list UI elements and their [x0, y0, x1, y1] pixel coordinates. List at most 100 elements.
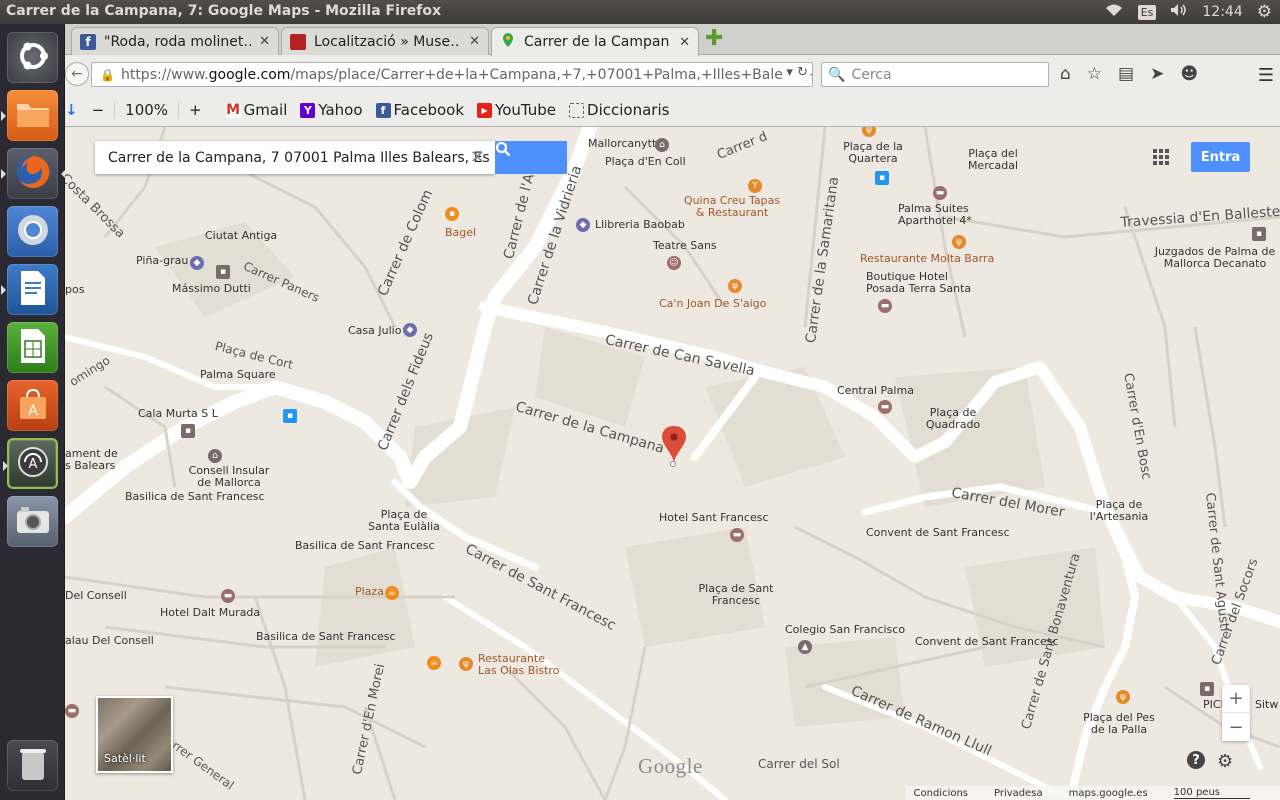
scale-bar[interactable]: 100 peus	[1173, 787, 1250, 799]
shop-icon[interactable]: ◆	[190, 256, 204, 270]
building-icon[interactable]: ▪	[1200, 682, 1214, 696]
send-icon[interactable]: ➤	[1150, 64, 1164, 84]
tab-localitzacio[interactable]: Localització » Muse… ✕	[281, 27, 489, 55]
bus-stop-icon[interactable]: ▪	[875, 171, 889, 185]
bookmark-gmail[interactable]: M Gmail	[225, 101, 287, 119]
web-search-box[interactable]: 🔍 Cerca	[821, 62, 1049, 87]
theatre-icon[interactable]: ☺	[667, 256, 681, 270]
bookmark-diccionaris[interactable]: Diccionaris	[569, 101, 669, 119]
reload-icon[interactable]: ↻	[797, 65, 808, 80]
terms-link[interactable]: Condicions	[914, 788, 969, 799]
software-center-launcher[interactable]: A	[7, 380, 58, 431]
writer-launcher[interactable]	[1, 264, 58, 315]
shop-icon[interactable]: ◆	[576, 218, 590, 232]
tab-label: Carrer de la Campan…	[524, 34, 672, 50]
hotel-icon[interactable]: ▬	[933, 186, 947, 200]
close-icon[interactable]: ✕	[259, 34, 270, 49]
map-canvas[interactable]: Carrer de la Campana Carrer de Can Savel…	[65, 127, 1280, 800]
bookmark-facebook[interactable]: f Facebook	[375, 101, 464, 119]
restaurant-icon[interactable]: ψ	[952, 235, 966, 249]
close-icon[interactable]: ✕	[469, 34, 480, 49]
camera-icon	[15, 505, 51, 539]
school-icon[interactable]: ▲	[798, 640, 812, 654]
tab-label: "Roda, roda molinet…	[104, 33, 252, 50]
map-search-button[interactable]	[495, 141, 567, 174]
hamburger-menu-icon[interactable]: ☰	[1258, 65, 1274, 86]
place-label: Basilica de Sant Francesc	[125, 490, 265, 503]
dash-button[interactable]	[7, 32, 58, 83]
satellite-toggle[interactable]: Satèl·lit	[96, 696, 173, 773]
place-label: Colegio San Francisco	[785, 623, 906, 636]
bookmark-yahoo[interactable]: Y Yahoo	[300, 101, 363, 119]
hotel-icon[interactable]: ▬	[65, 704, 79, 718]
update-manager-launcher[interactable]: A	[3, 438, 58, 489]
bar-icon[interactable]: Y	[748, 179, 762, 193]
clear-icon[interactable]: ✕	[470, 147, 485, 168]
zoom-in-button[interactable]: +	[1222, 685, 1250, 713]
new-tab-button[interactable]: ✚	[705, 28, 725, 50]
calc-launcher[interactable]	[7, 322, 58, 373]
firefox-launcher[interactable]	[1, 148, 66, 199]
chromium-launcher[interactable]	[7, 206, 58, 257]
back-button[interactable]: ←	[65, 62, 89, 86]
zoom-in-button[interactable]: +	[179, 101, 212, 119]
place-label: Plaça del Pes de la Palla	[1083, 711, 1155, 736]
building-icon[interactable]: ▪	[1252, 227, 1266, 241]
cafe-icon[interactable]: ▪	[445, 207, 459, 221]
hotel-icon[interactable]: ▬	[878, 400, 892, 414]
museum-icon[interactable]: ⌂	[655, 138, 669, 152]
chat-icon[interactable]: ☻	[1180, 64, 1198, 84]
place-label: Basilica de Sant Francesc	[295, 539, 435, 552]
folder-icon	[15, 99, 51, 133]
privacy-link[interactable]: Privadesa	[994, 788, 1043, 799]
place-label: alau Del Consell	[65, 634, 154, 647]
place-label: Bagel	[445, 226, 477, 239]
shop-icon[interactable]: ◆	[403, 323, 417, 337]
close-icon[interactable]: ✕	[679, 35, 690, 50]
place-label: Palma Suites Aparthotel 4*	[898, 202, 972, 227]
zoom-level[interactable]: 100%	[115, 101, 180, 119]
zoom-out-button[interactable]: −	[82, 101, 116, 119]
bus-stop-icon[interactable]: ▪	[283, 409, 297, 423]
place-label: Plaça de Sant Francesc	[698, 582, 774, 607]
camera-launcher[interactable]	[7, 496, 58, 547]
trash-launcher[interactable]	[7, 740, 58, 791]
sign-in-button[interactable]: Entra	[1191, 142, 1250, 172]
tab-google-maps[interactable]: Carrer de la Campan… ✕	[491, 27, 699, 56]
wifi-icon[interactable]	[1104, 3, 1124, 21]
museum-icon[interactable]: ⌂	[208, 449, 222, 463]
help-icon[interactable]: ?	[1187, 751, 1205, 769]
tab-facebook[interactable]: f "Roda, roda molinet… ✕	[71, 27, 279, 55]
place-label: Plaça d'En Coll	[605, 155, 686, 168]
hotel-icon[interactable]: ▬	[221, 589, 235, 603]
home-icon[interactable]: ⌂	[1060, 64, 1071, 84]
maps-domain-link[interactable]: maps.google.es	[1069, 788, 1148, 799]
gear-icon[interactable]: ⚙	[1257, 2, 1272, 22]
address-bar[interactable]: 🔒 https://www.google.com/maps/place/Carr…	[91, 62, 813, 87]
bookmark-youtube[interactable]: ▶ YouTube	[477, 101, 556, 119]
place-label: Juzgados de Palma de Mallorca Decanato	[1154, 245, 1276, 270]
update-icon: A	[15, 444, 51, 484]
cafe-icon[interactable]: ☕	[385, 586, 399, 600]
restaurant-icon[interactable]: ψ	[1116, 690, 1130, 704]
map-search-input[interactable]: Carrer de la Campana, 7 07001 Palma Ille…	[95, 141, 495, 174]
reading-list-icon[interactable]: ▤	[1118, 64, 1134, 84]
clock[interactable]: 12:44	[1202, 4, 1242, 20]
files-launcher[interactable]	[1, 90, 58, 141]
gear-icon[interactable]: ⚙	[1217, 751, 1233, 772]
cafe-icon[interactable]: ☕	[427, 656, 441, 670]
volume-icon[interactable]	[1170, 3, 1188, 21]
hotel-icon[interactable]: ▬	[730, 528, 744, 542]
restaurant-icon[interactable]: ψ	[728, 279, 742, 293]
zoom-out-button[interactable]: −	[1222, 713, 1250, 741]
building-icon[interactable]: ▪	[216, 265, 230, 279]
building-icon[interactable]: ▪	[181, 424, 195, 438]
bookmark-label: Diccionaris	[587, 101, 670, 119]
keyboard-layout-indicator[interactable]: Es	[1137, 4, 1157, 20]
hotel-icon[interactable]: ▬	[878, 299, 892, 313]
apps-grid-icon[interactable]	[1153, 149, 1169, 165]
bookmark-star-icon[interactable]: ☆	[1087, 64, 1102, 84]
download-icon[interactable]: ↓	[65, 101, 78, 119]
dropdown-arrow-icon[interactable]: ▾	[786, 65, 793, 80]
restaurant-icon[interactable]: ψ	[459, 657, 473, 671]
